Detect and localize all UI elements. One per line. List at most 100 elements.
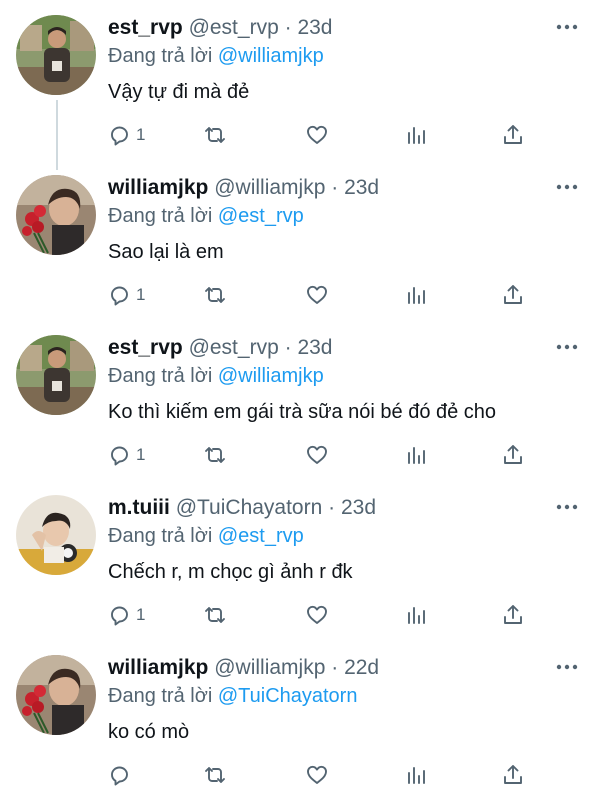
share-icon	[504, 445, 522, 464]
reply-button[interactable]: 1	[106, 438, 145, 472]
like-button[interactable]	[304, 598, 330, 632]
share-icon	[504, 765, 522, 784]
mention-link[interactable]: @williamjkp	[218, 45, 324, 67]
man-with-roses-avatar-icon	[16, 655, 96, 735]
tweet[interactable]: est_rvp @est_rvp · 23d Đang trả lời @wil…	[0, 0, 600, 160]
like-button[interactable]	[304, 278, 330, 312]
display-name[interactable]: williamjkp	[108, 656, 208, 679]
reply-count: 1	[136, 605, 146, 624]
reply-count: 1	[136, 285, 146, 304]
like-button[interactable]	[304, 438, 330, 472]
display-name[interactable]: williamjkp	[108, 176, 208, 199]
tweet[interactable]: est_rvp @est_rvp · 23d Đang trả lời @wil…	[0, 320, 600, 480]
user-handle[interactable]: @williamjkp	[214, 656, 325, 679]
mention-link[interactable]: @TuiChayatorn	[218, 685, 358, 707]
retweet-button[interactable]	[202, 758, 228, 792]
heart-icon	[307, 125, 327, 144]
reply-icon	[111, 126, 128, 146]
replying-to-label: Đang trả lời	[108, 685, 213, 707]
reply-button[interactable]: 1	[106, 278, 145, 312]
replying-to: Đang trả lời @williamjkp	[108, 362, 324, 390]
analytics-button[interactable]	[404, 598, 430, 632]
more-options-icon[interactable]	[554, 174, 580, 200]
timestamp[interactable]: 23d	[297, 336, 332, 359]
tweet[interactable]: williamjkp @williamjkp · 23d Đang trả lờ…	[0, 160, 600, 320]
share-button[interactable]	[500, 438, 526, 472]
tweet-header: est_rvp @est_rvp · 23d	[108, 334, 332, 362]
tweet-header: williamjkp @williamjkp · 23d	[108, 174, 379, 202]
replying-to: Đang trả lời @TuiChayatorn	[108, 682, 357, 710]
user-handle[interactable]: @TuiChayatorn	[176, 496, 323, 519]
avatar[interactable]	[16, 335, 96, 415]
retweet-icon	[205, 127, 225, 143]
tweet-text: Vậy tự đi mà đẻ	[108, 81, 250, 103]
like-button[interactable]	[304, 118, 330, 152]
share-button[interactable]	[500, 598, 526, 632]
action-bar: 1	[100, 438, 580, 472]
mention-link[interactable]: @est_rvp	[218, 525, 304, 547]
retweet-button[interactable]	[202, 278, 228, 312]
display-name[interactable]: m.tuiii	[108, 496, 170, 519]
timestamp[interactable]: 23d	[297, 16, 332, 39]
share-button[interactable]	[500, 758, 526, 792]
like-button[interactable]	[304, 758, 330, 792]
tweet-text: Ko thì kiếm em gái trà sữa nói bé đó đẻ …	[108, 401, 497, 423]
tweet-header: williamjkp @williamjkp · 22d	[108, 654, 379, 682]
bar-chart-icon	[408, 447, 425, 464]
replying-to-label: Đang trả lời	[108, 525, 213, 547]
analytics-button[interactable]	[404, 118, 430, 152]
person-with-headphones-avatar-icon	[16, 495, 96, 575]
retweet-icon	[205, 767, 225, 783]
more-options-icon[interactable]	[554, 14, 580, 40]
man-with-roses-avatar-icon	[16, 175, 96, 255]
user-handle[interactable]: @est_rvp	[189, 16, 279, 39]
share-button[interactable]	[500, 118, 526, 152]
tweet[interactable]: m.tuiii @TuiChayatorn · 23d Đang trả lời…	[0, 480, 600, 640]
avatar[interactable]	[16, 175, 96, 255]
more-options-icon[interactable]	[554, 654, 580, 680]
heart-icon	[307, 285, 327, 304]
separator-dot: ·	[284, 16, 292, 39]
analytics-button[interactable]	[404, 758, 430, 792]
retweet-button[interactable]	[202, 438, 228, 472]
timestamp[interactable]: 23d	[341, 496, 376, 519]
avatar[interactable]	[16, 15, 96, 95]
action-bar: 1	[100, 598, 580, 632]
tweet-text: ko có mò	[108, 721, 190, 743]
user-handle[interactable]: @est_rvp	[189, 336, 279, 359]
display-name[interactable]: est_rvp	[108, 16, 183, 39]
avatar[interactable]	[16, 655, 96, 735]
share-icon	[504, 605, 522, 624]
retweet-button[interactable]	[202, 598, 228, 632]
analytics-button[interactable]	[404, 438, 430, 472]
reply-button[interactable]: 1	[106, 598, 145, 632]
replying-to: Đang trả lời @est_rvp	[108, 522, 304, 550]
man-standing-avatar-icon	[16, 335, 96, 415]
replying-to: Đang trả lời @est_rvp	[108, 202, 304, 230]
tweet-header: m.tuiii @TuiChayatorn · 23d	[108, 494, 376, 522]
bar-chart-icon	[408, 127, 425, 144]
mention-link[interactable]: @est_rvp	[218, 205, 304, 227]
reply-button[interactable]: 1	[106, 118, 145, 152]
retweet-button[interactable]	[202, 118, 228, 152]
user-handle[interactable]: @williamjkp	[214, 176, 325, 199]
more-options-icon[interactable]	[554, 334, 580, 360]
tweet[interactable]: williamjkp @williamjkp · 22d Đang trả lờ…	[0, 640, 600, 798]
display-name[interactable]: est_rvp	[108, 336, 183, 359]
action-bar: 1	[100, 118, 580, 152]
separator-dot: ·	[284, 336, 292, 359]
share-button[interactable]	[500, 278, 526, 312]
timestamp[interactable]: 22d	[344, 656, 379, 679]
avatar[interactable]	[16, 495, 96, 575]
analytics-button[interactable]	[404, 278, 430, 312]
more-options-icon[interactable]	[554, 494, 580, 520]
bar-chart-icon	[408, 287, 425, 304]
man-standing-avatar-icon	[16, 15, 96, 95]
separator-dot: ·	[328, 496, 336, 519]
retweet-icon	[205, 287, 225, 303]
replying-to: Đang trả lời @williamjkp	[108, 42, 324, 70]
timestamp[interactable]: 23d	[344, 176, 379, 199]
reply-button[interactable]	[106, 758, 136, 792]
reply-icon	[111, 446, 128, 466]
mention-link[interactable]: @williamjkp	[218, 365, 324, 387]
